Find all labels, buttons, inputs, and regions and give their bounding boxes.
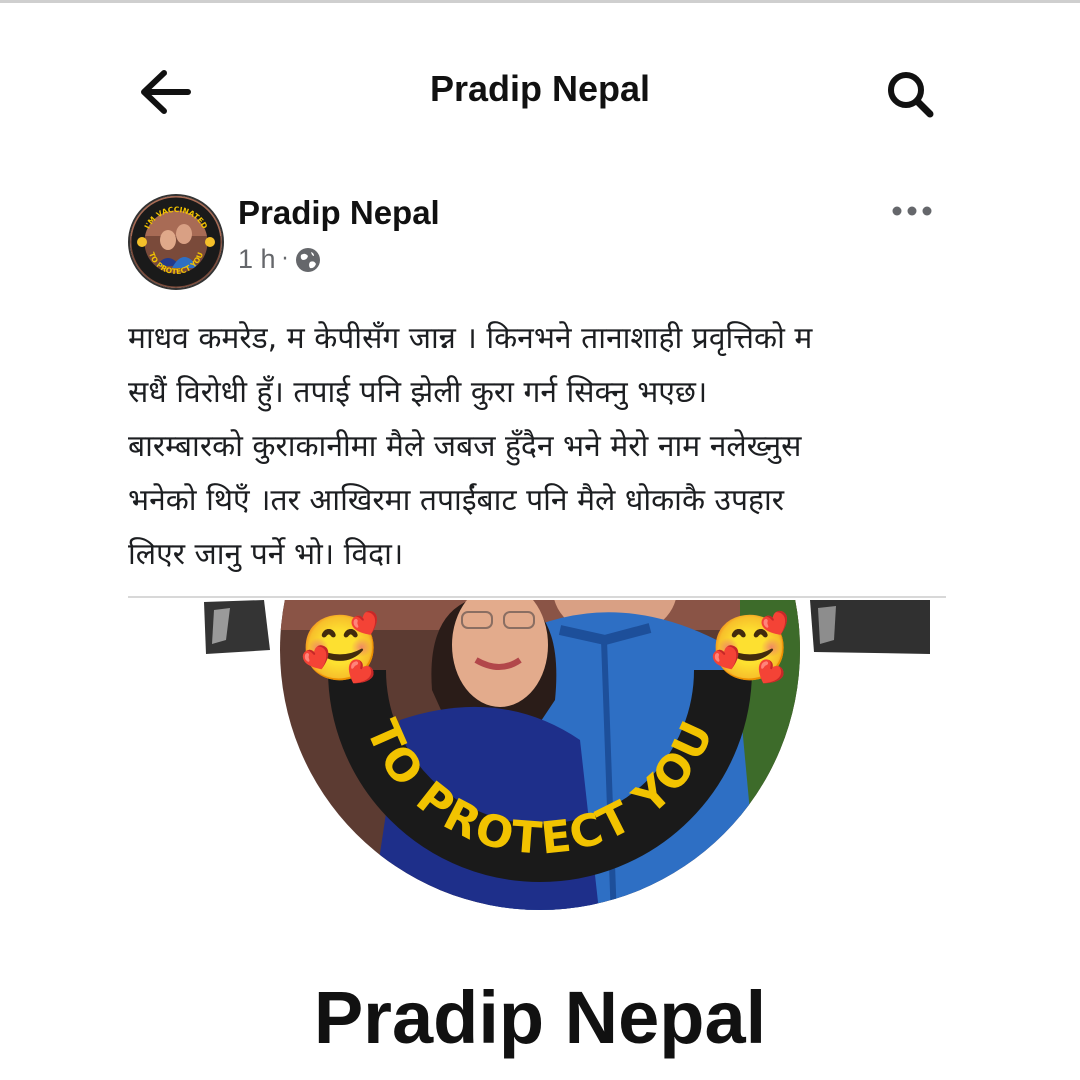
post-text-line: माधव कमरेड, म केपीसँग जान्न । किनभने तान… — [128, 321, 813, 356]
post-header: I'M VACCINATED TO PROTECT YOU Pradip Nep… — [128, 192, 948, 292]
globe-icon — [295, 247, 320, 272]
post-meta: 1 h · — [238, 244, 321, 275]
smiling-face-hearts-icon: 🥰 — [300, 610, 380, 686]
post-text-line: बारम्बारको कुराकानीमा मैले जबज हुँदैन भन… — [128, 429, 802, 464]
search-button[interactable] — [880, 64, 944, 124]
search-icon — [888, 72, 934, 118]
smiling-face-hearts-icon: 🥰 — [710, 610, 790, 686]
post-time[interactable]: 1 h — [238, 244, 276, 275]
app-bar: Pradip Nepal — [0, 40, 1080, 144]
post-text-line: लिएर जानु पर्ने भो। विदा। — [128, 537, 404, 572]
post-body: माधव कमरेड, म केपीसँग जान्न । किनभने तान… — [128, 312, 968, 582]
post-author-name[interactable]: Pradip Nepal — [238, 194, 440, 232]
profile-name-caption: Pradip Nepal — [313, 976, 767, 1059]
more-horizontal-icon — [892, 206, 932, 216]
more-options-button[interactable] — [890, 196, 934, 226]
shared-photo[interactable]: TO PROTECT YOU 🥰 🥰 — [200, 390, 932, 920]
top-border — [0, 0, 1080, 3]
divider — [128, 596, 946, 598]
meta-separator: · — [281, 247, 289, 272]
avatar[interactable]: I'M VACCINATED TO PROTECT YOU — [128, 194, 224, 290]
post-text-line: सधैं विरोधी हुँ। तपाई पनि झेली कुरा गर्न… — [128, 375, 708, 410]
post-text-line: भनेको थिएँ ।तर आखिरमा तपाईंबाट पनि मैले … — [128, 483, 784, 518]
